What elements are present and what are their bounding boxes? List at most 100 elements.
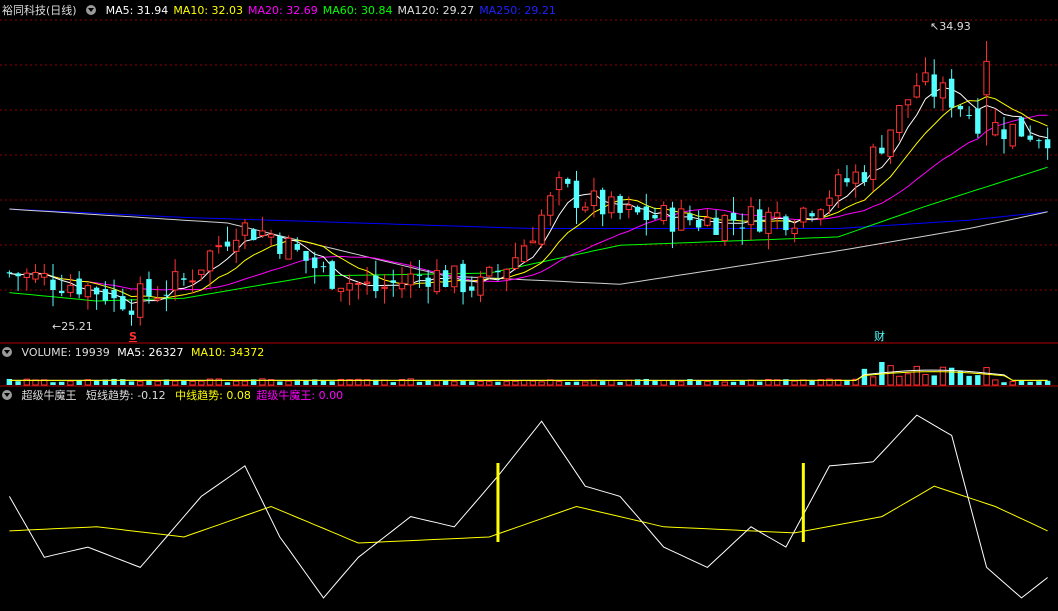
volume-bar-up xyxy=(704,380,711,386)
volume-bar-down xyxy=(713,380,719,385)
candle-body-down xyxy=(495,270,501,273)
volume-bar-up xyxy=(791,380,798,386)
candle-body-up xyxy=(41,272,48,278)
dropdown-icon[interactable] xyxy=(86,5,97,15)
dropdown-icon[interactable] xyxy=(2,390,12,400)
candle-body-down xyxy=(573,180,580,208)
candle-body-up xyxy=(189,280,196,283)
candle-body-up xyxy=(852,171,859,184)
candle-body-down xyxy=(277,236,283,254)
candle-body-up xyxy=(451,265,458,288)
volume-bar-up xyxy=(189,380,196,386)
candle-body-up xyxy=(486,266,493,277)
volume-bar-down xyxy=(15,381,21,385)
volume-bar-up xyxy=(538,381,545,386)
volume-bar-up xyxy=(137,381,144,386)
volume-bar-up xyxy=(582,381,589,386)
candle-body-down xyxy=(303,251,309,261)
candle-body-up xyxy=(896,105,903,133)
candle-body-up xyxy=(983,60,990,96)
candle-body-down xyxy=(120,296,126,310)
candle-body-down xyxy=(425,277,431,287)
candle-body-up xyxy=(835,174,842,197)
candle-body-down xyxy=(312,257,318,269)
candle-body-down xyxy=(93,287,100,295)
ma-legend-item: MA10: 32.03 xyxy=(173,4,244,17)
candle-body-up xyxy=(198,269,205,276)
candle-body-down xyxy=(294,243,300,250)
candle-body-down xyxy=(966,115,972,117)
volume-bar-down xyxy=(931,375,937,385)
candle-body-up xyxy=(791,227,798,234)
volume-bar-up xyxy=(904,373,912,386)
indicator-mid: 中线趋势: 0.08 xyxy=(175,389,251,402)
candle-body-down xyxy=(844,178,850,183)
candle-body-down xyxy=(111,289,117,299)
volume-bar-down xyxy=(390,382,396,385)
volume-bar-down xyxy=(1036,381,1042,385)
candle-body-up xyxy=(233,239,240,252)
candle-body-up xyxy=(346,282,353,291)
candle-body-up xyxy=(625,204,633,210)
candle-body-down xyxy=(416,274,423,276)
candle-body-down xyxy=(695,219,702,228)
candle-body-up xyxy=(721,214,729,242)
candle-body-down xyxy=(1044,139,1051,149)
candle-body-up xyxy=(407,273,414,286)
dropdown-icon[interactable] xyxy=(2,347,12,357)
volume-bar-down xyxy=(617,381,623,385)
candle-body-down xyxy=(617,195,623,213)
volume-bar-up xyxy=(590,379,598,386)
candle-body-up xyxy=(547,195,554,216)
volume-bar-down xyxy=(730,381,737,385)
volume-bar-down xyxy=(643,378,649,385)
candle-body-up xyxy=(887,129,894,157)
candle-body-down xyxy=(224,241,231,247)
candle-body-up xyxy=(939,82,947,99)
ma120-line xyxy=(9,208,1048,285)
candle-body-up xyxy=(363,281,371,284)
volume-bar-up xyxy=(215,378,222,386)
candle-body-down xyxy=(442,270,449,287)
volume-bar-down xyxy=(757,381,763,385)
candle-body-up xyxy=(913,85,920,98)
volume-bar-down xyxy=(975,375,981,385)
ma-legend-item: MA20: 32.69 xyxy=(248,4,318,17)
volume-bar-down xyxy=(1044,380,1051,385)
volume-bar-up xyxy=(154,380,161,386)
sell-marker: S xyxy=(129,330,137,343)
candle-body-up xyxy=(23,272,31,279)
candle-body-up xyxy=(608,196,615,214)
volume-bar-up xyxy=(451,381,458,386)
volume-bar-down xyxy=(469,381,475,385)
candle-body-up xyxy=(337,287,345,293)
volume-bar-up xyxy=(922,374,929,386)
candle-body-up xyxy=(590,190,598,206)
volume-bar-up xyxy=(477,380,484,386)
volume-bar-down xyxy=(111,378,117,385)
ma-legend-item: MA250: 29.21 xyxy=(479,4,556,17)
volume-bar-up xyxy=(520,380,528,386)
volume-bar-down xyxy=(573,381,580,385)
volume-panel-header: VOLUME: 19939 MA5: 26327 MA10: 34372 xyxy=(2,345,270,361)
candle-body-up xyxy=(398,282,406,290)
moving-average-lines xyxy=(9,87,1048,305)
candle-body-down xyxy=(599,189,606,215)
volume-bar-down xyxy=(128,381,135,385)
candle-body-up xyxy=(800,207,807,223)
volume-value: VOLUME: 19939 xyxy=(21,346,110,359)
candle-body-down xyxy=(1036,140,1042,142)
volume-bar-up xyxy=(529,380,537,386)
mid-trend-line xyxy=(9,485,1048,544)
candle-body-up xyxy=(241,222,249,236)
candle-body-down xyxy=(957,105,964,110)
volume-bar-up xyxy=(512,380,519,386)
indicator-lines xyxy=(8,414,1048,599)
volume-bar-up xyxy=(887,365,894,386)
candle-body-down xyxy=(76,278,82,295)
candle-body-down xyxy=(329,261,335,289)
volume-bars xyxy=(6,362,1051,386)
finance-marker[interactable]: 财 xyxy=(874,328,885,344)
volume-bar-down xyxy=(76,380,82,385)
stock-name: 裕同科技(日线) xyxy=(2,4,77,17)
